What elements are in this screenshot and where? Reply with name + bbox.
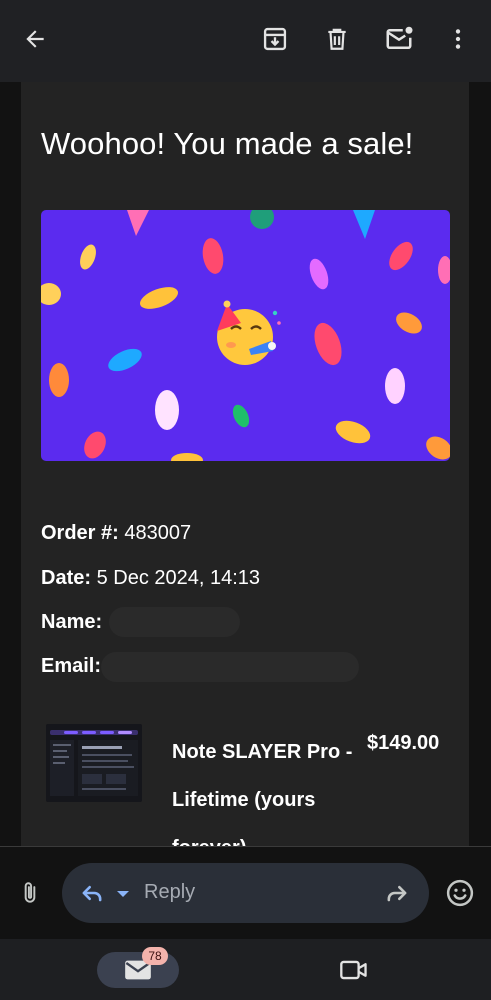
order-number-label: Order #: <box>41 522 119 544</box>
archive-icon[interactable] <box>260 24 290 54</box>
reply-options-dropdown-icon[interactable] <box>114 879 132 909</box>
unread-count-badge: 78 <box>142 947 168 965</box>
product-name: Note SLAYER Pro - Lifetime (yours foreve… <box>172 741 353 846</box>
top-app-bar <box>0 0 491 82</box>
mark-unread-icon[interactable] <box>384 24 414 54</box>
order-number-value: 483007 <box>124 522 192 544</box>
emoji-icon[interactable] <box>445 878 475 908</box>
product-thumbnail[interactable] <box>46 724 142 802</box>
order-date-field: Date: 5 Dec 2024, 14:13 <box>41 567 260 590</box>
redacted-name <box>109 607 240 637</box>
back-arrow-icon[interactable] <box>20 24 50 54</box>
reply-input[interactable]: Reply <box>62 863 429 923</box>
delete-icon[interactable] <box>322 24 352 54</box>
reply-placeholder: Reply <box>144 881 196 903</box>
order-date-label: Date: <box>41 567 92 589</box>
forward-icon[interactable] <box>382 878 412 908</box>
customer-name-field: Name: <box>41 611 102 634</box>
celebration-banner <box>41 210 450 461</box>
party-face-emoji-icon <box>217 300 281 365</box>
customer-email-field: Email: <box>41 655 101 678</box>
order-date-value: 5 Dec 2024, 14:13 <box>96 567 261 589</box>
product-price: $149.00 <box>367 732 440 754</box>
customer-name-label: Name: <box>41 611 103 633</box>
customer-email-label: Email: <box>41 655 102 677</box>
bottom-navigation: 78 <box>0 939 491 1000</box>
reply-icon[interactable] <box>77 878 107 908</box>
redacted-email <box>101 652 359 682</box>
video-icon[interactable] <box>339 955 369 985</box>
more-options-icon[interactable] <box>443 24 473 54</box>
email-body: Woohoo! You made a sale! Order #: 483007… <box>21 82 469 846</box>
reply-bar: Reply <box>0 846 491 939</box>
email-headline: Woohoo! You made a sale! <box>41 126 414 161</box>
order-number-field: Order #: 483007 <box>41 522 191 545</box>
attachment-icon[interactable] <box>15 878 45 908</box>
